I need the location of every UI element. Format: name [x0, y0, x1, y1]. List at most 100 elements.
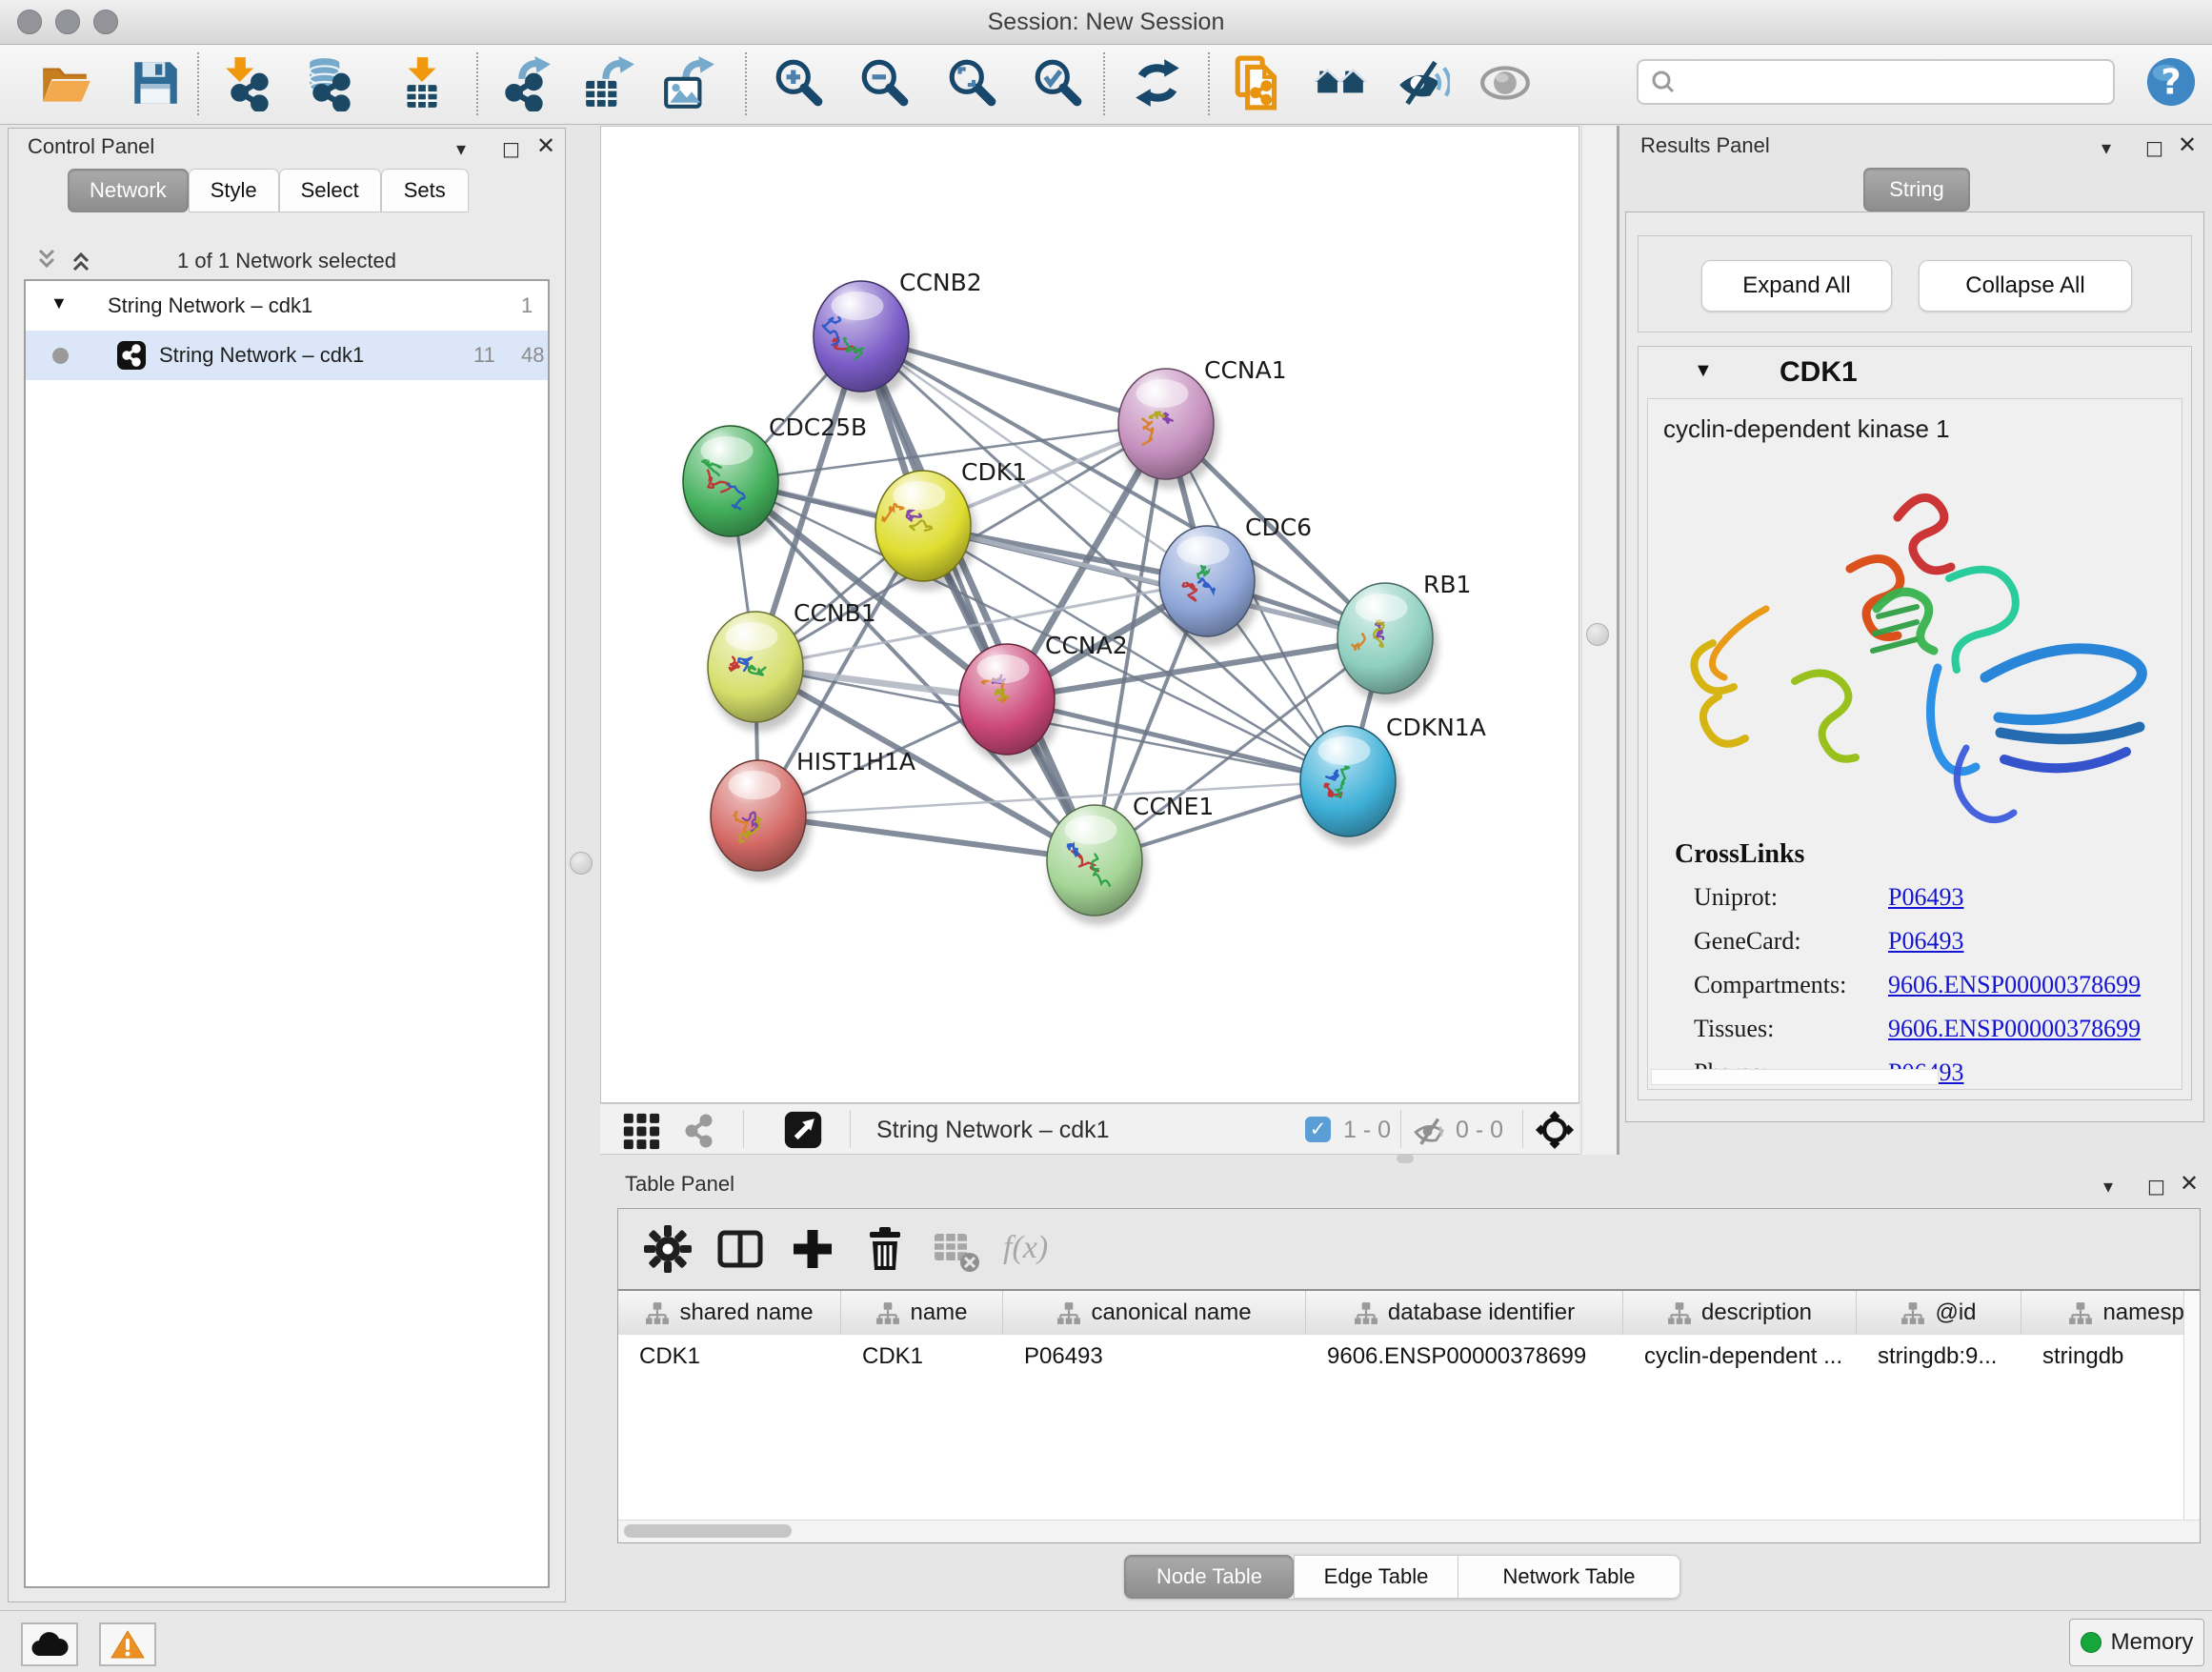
zoom-in-icon[interactable] [772, 54, 827, 111]
column-header-canonical-name[interactable]: canonical name [1003, 1291, 1306, 1335]
network-collection-row[interactable]: ▼ String Network – cdk1 1 [26, 281, 548, 331]
export-webpage-icon[interactable] [1231, 54, 1286, 111]
crosslink-link[interactable]: 9606.ENSP00000378699 [1888, 1015, 2141, 1043]
table-options-gear-icon[interactable] [643, 1224, 693, 1274]
crosslink-row: Uniprot: P06493 [1648, 883, 2182, 927]
string-view-icon[interactable] [680, 1112, 718, 1150]
svg-text:HIST1H1A: HIST1H1A [796, 748, 915, 776]
crosslink-row: Tissues:9606.ENSP00000378699 [1648, 1015, 2182, 1058]
export-network-icon[interactable] [497, 54, 553, 111]
collection-label: String Network – cdk1 [108, 293, 312, 318]
float-panel-icon[interactable]: □ [2145, 135, 2163, 160]
home-pages-icon[interactable] [1313, 54, 1368, 111]
network-row[interactable]: String Network – cdk1 11 48 [26, 331, 548, 380]
show-all-icon[interactable] [1478, 54, 1534, 111]
window-title: Session: New Session [0, 9, 2212, 36]
apply-layout-icon[interactable] [1130, 54, 1185, 111]
tab-string[interactable]: String [1863, 168, 1970, 212]
hide-selected-icon[interactable] [1395, 54, 1450, 111]
gene-name: CDK1 [1780, 356, 1858, 389]
search-input[interactable] [1684, 64, 2113, 100]
add-column-icon[interactable] [788, 1224, 837, 1274]
float-menu-icon[interactable]: ▾ [2103, 1174, 2113, 1199]
zoom-fit-icon[interactable] [945, 54, 1000, 111]
crosslink-link[interactable]: P06493 [1888, 883, 1963, 912]
close-panel-icon[interactable]: ✕ [2180, 1171, 2199, 1196]
expand-all-button[interactable]: Expand All [1701, 260, 1892, 312]
svg-text:CDK1: CDK1 [961, 458, 1027, 486]
network-selection-status: 1 of 1 Network selected [9, 249, 565, 273]
cloud-icon[interactable] [21, 1622, 78, 1666]
column-header-database-identifier[interactable]: database identifier [1306, 1291, 1623, 1335]
column-header-namespace[interactable]: namespace [2021, 1291, 2186, 1335]
export-table-icon[interactable] [581, 54, 636, 111]
crosslink-link[interactable]: P06493 [1888, 927, 1963, 956]
fit-selected-crosshair-icon[interactable] [1536, 1111, 1574, 1154]
table-cell: P06493 [1003, 1343, 1306, 1370]
column-header--id[interactable]: @id [1857, 1291, 2021, 1335]
close-panel-icon[interactable]: ✕ [536, 133, 555, 158]
tab-network-table[interactable]: Network Table [1458, 1555, 1680, 1599]
results-scrollbar[interactable] [1651, 1069, 1939, 1085]
zoom-out-icon[interactable] [857, 54, 913, 111]
float-panel-icon[interactable]: □ [2147, 1174, 2165, 1199]
grid-view-icon[interactable] [621, 1112, 661, 1150]
collapse-all-button[interactable]: Collapse All [1919, 260, 2132, 312]
import-network-icon[interactable] [223, 54, 278, 111]
table-panel-title: Table Panel [625, 1172, 734, 1197]
memory-button[interactable]: Memory [2069, 1619, 2204, 1666]
tab-network[interactable]: Network [68, 169, 189, 212]
tab-sets[interactable]: Sets [381, 169, 469, 212]
help-icon[interactable]: ? [2145, 56, 2197, 108]
table-vscrollbar[interactable] [2183, 1291, 2200, 1520]
crosslink-link[interactable]: 9606.ENSP00000378699 [1888, 971, 2141, 999]
table-cell: 9606.ENSP00000378699 [1306, 1343, 1623, 1370]
tab-style[interactable]: Style [189, 169, 279, 212]
select-columns-icon[interactable] [715, 1224, 765, 1274]
table-row[interactable]: CDK1CDK1P064939606.ENSP00000378699cyclin… [618, 1335, 2186, 1379]
network-status-bar: String Network – cdk1 ✓ 1 - 0 0 - 0 [600, 1103, 1579, 1155]
zoom-selected-icon[interactable] [1031, 54, 1086, 111]
save-icon[interactable] [128, 54, 183, 111]
table-toolbar: f(x) [618, 1209, 2200, 1291]
float-menu-icon[interactable]: ▾ [2101, 135, 2111, 160]
collapse-gene-icon[interactable]: ▼ [1694, 360, 1713, 382]
results-splitter[interactable] [1617, 126, 1619, 1155]
svg-text:RB1: RB1 [1423, 571, 1471, 598]
left-splitter-handle[interactable] [570, 852, 593, 875]
tab-edge-table[interactable]: Edge Table [1294, 1555, 1458, 1599]
table-hscrollbar[interactable] [618, 1520, 2200, 1542]
import-table-icon[interactable] [394, 54, 450, 111]
open-icon[interactable] [38, 54, 93, 111]
table-cell: cyclin-dependent ... [1623, 1343, 1857, 1370]
toolbar-separator [197, 52, 199, 115]
close-panel-icon[interactable]: ✕ [2178, 132, 2197, 157]
selected-nodes-checkbox[interactable]: ✓ [1305, 1117, 1331, 1142]
table-tabs: Node TableEdge TableNetwork Table [1124, 1555, 1680, 1599]
column-header-shared-name[interactable]: shared name [618, 1291, 841, 1335]
right-splitter-handle[interactable] [1586, 623, 1609, 646]
svg-text:CDC25B: CDC25B [769, 413, 867, 441]
crosslink-label: Uniprot: [1694, 883, 1778, 912]
export-image-icon[interactable] [661, 54, 716, 111]
search-field[interactable] [1637, 59, 2115, 105]
network-canvas[interactable]: CCNB2CCNA1CDC25BCDK1CDC6RB1CCNB1CCNA2CDK… [600, 126, 1579, 1103]
column-header-name[interactable]: name [841, 1291, 1003, 1335]
svg-text:CCNE1: CCNE1 [1133, 793, 1214, 820]
table-hscroll-thumb[interactable] [624, 1524, 792, 1538]
hidden-eye-icon[interactable] [1412, 1114, 1446, 1153]
column-header-description[interactable]: description [1623, 1291, 1857, 1335]
toolbar-separator [745, 52, 747, 115]
delete-column-icon[interactable] [860, 1224, 910, 1274]
svg-text:CDC6: CDC6 [1245, 514, 1312, 541]
float-menu-icon[interactable]: ▾ [456, 136, 466, 161]
tab-node-table[interactable]: Node Table [1124, 1555, 1294, 1599]
table-body: CDK1CDK1P064939606.ENSP00000378699cyclin… [618, 1335, 2186, 1520]
tab-select[interactable]: Select [279, 169, 381, 212]
warning-icon[interactable] [99, 1622, 156, 1666]
import-database-icon[interactable] [305, 54, 360, 111]
birds-eye-view-icon[interactable] [783, 1110, 823, 1150]
float-panel-icon[interactable]: □ [502, 136, 520, 161]
collapse-collection-icon[interactable]: ▼ [50, 293, 68, 313]
network-graph[interactable]: CCNB2CCNA1CDC25BCDK1CDC6RB1CCNB1CCNA2CDK… [601, 127, 1579, 1102]
